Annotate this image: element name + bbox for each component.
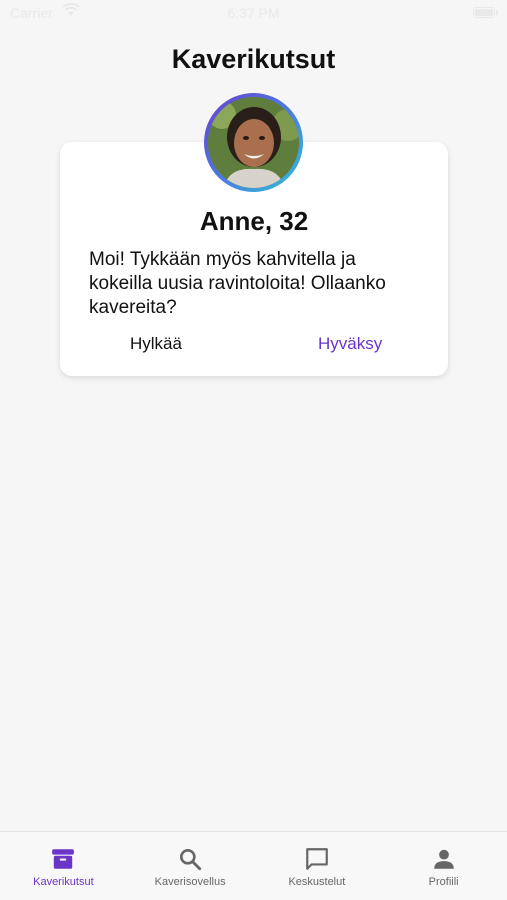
status-bar: Carrier 6:37 PM xyxy=(0,0,507,28)
tab-kaverikutsut[interactable]: Kaverikutsut xyxy=(0,832,127,900)
page-title: Kaverikutsut xyxy=(171,44,336,74)
tab-kaverisovellus[interactable]: Kaverisovellus xyxy=(127,832,254,900)
tab-label: Kaverisovellus xyxy=(154,876,226,888)
accept-button[interactable]: Hyväksy xyxy=(318,334,382,354)
tab-label: Kaverikutsut xyxy=(33,876,94,888)
clock: 6:37 PM xyxy=(227,5,280,21)
search-icon xyxy=(180,849,202,871)
decline-button[interactable]: Hylkää xyxy=(130,334,182,354)
avatar xyxy=(208,97,299,188)
archive-icon xyxy=(52,849,75,869)
tab-bar: Kaverikutsut Kaverisovellus Keskustelut … xyxy=(0,831,507,900)
tab-label: Keskustelut xyxy=(288,876,346,888)
profile-name-age: Anne, 32 xyxy=(199,206,309,236)
tab-keskustelut[interactable]: Keskustelut xyxy=(254,832,381,900)
invite-message: Moi! Tykkään myös kahvitella ja kokeilla… xyxy=(89,249,386,318)
battery-icon xyxy=(473,7,498,18)
tab-label: Profiili xyxy=(428,876,459,888)
avatar-ring[interactable] xyxy=(204,93,303,192)
profile-photo xyxy=(208,97,299,188)
tab-profiili[interactable]: Profiili xyxy=(380,832,507,900)
chat-icon xyxy=(306,848,328,870)
person-icon xyxy=(433,849,454,869)
